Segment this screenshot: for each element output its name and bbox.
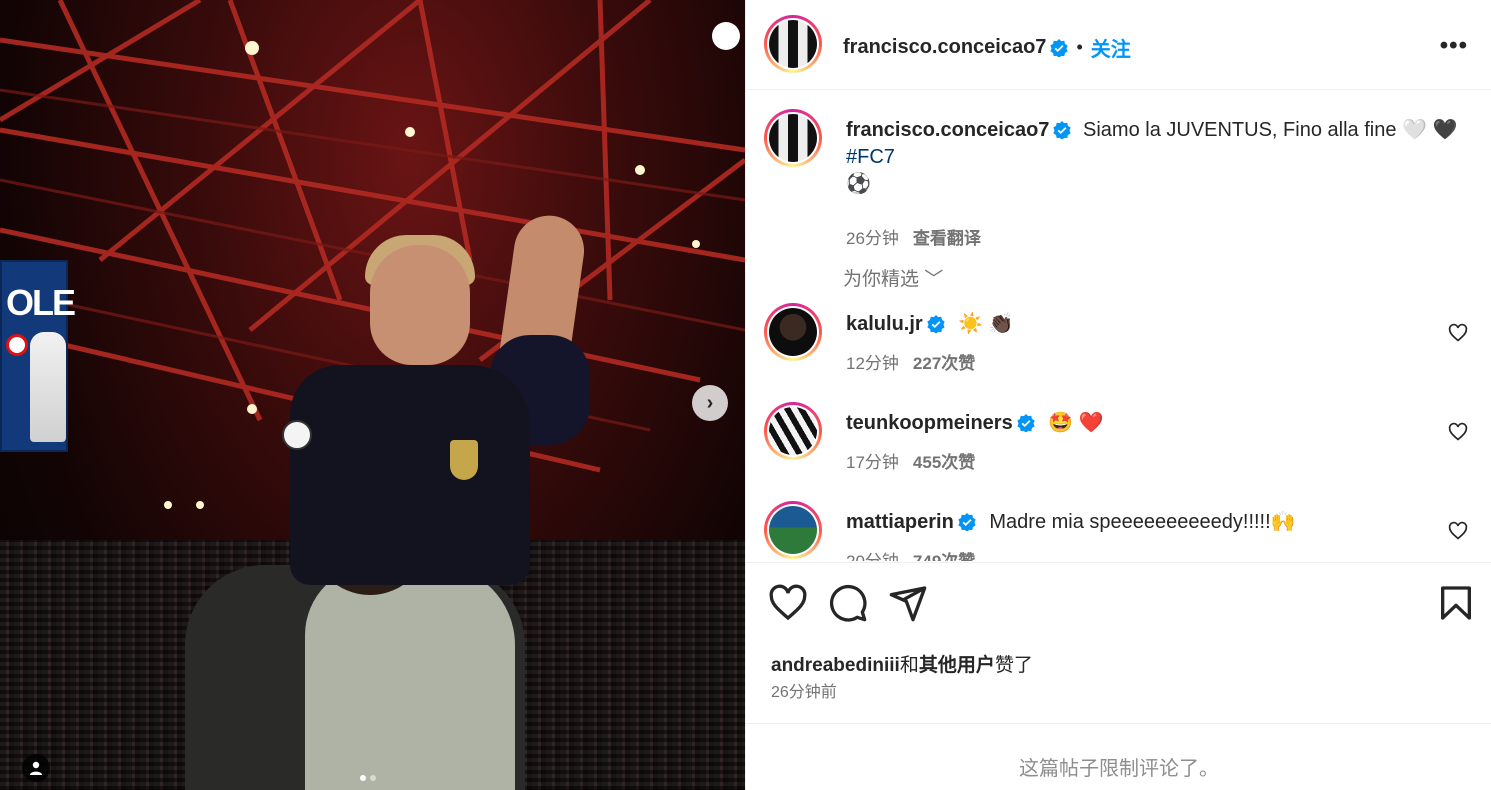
comment-heart-icon[interactable] (1448, 521, 1468, 541)
comment-time: 20分钟 (846, 552, 899, 561)
comment-like-count[interactable]: 455次赞 (913, 453, 975, 472)
comment-time: 17分钟 (846, 453, 899, 472)
caption-row: francisco.conceicao7 Siamo la JUVENTUS, … (764, 109, 1484, 259)
like-heart-icon[interactable] (768, 583, 808, 623)
verified-badge-icon (1050, 38, 1069, 57)
liked-by-summary[interactable]: andreabediniii和其他用户赞了 (771, 650, 1033, 677)
post-actions: andreabediniii和其他用户赞了 26分钟前 (746, 562, 1491, 724)
comment-text: Madre mia speeeeeeeeeedy!!!!!🙌 (989, 511, 1296, 533)
comment-like-count[interactable]: 227次赞 (913, 354, 975, 373)
author-avatar[interactable] (764, 15, 822, 73)
post-media[interactable]: OLE › (0, 0, 745, 790)
comment-time: 12分钟 (846, 354, 899, 373)
comment-item: kalulu.jr ☀️ 👏🏿 12分钟 227次赞 (764, 303, 1484, 393)
post-header: francisco.conceicao7 • 关注 ••• (746, 0, 1491, 90)
next-image-button[interactable]: › (692, 385, 728, 421)
carousel-dot-active (360, 775, 366, 781)
verified-badge-icon (1053, 121, 1072, 139)
follow-button[interactable]: 关注 (1091, 33, 1131, 62)
post-timestamp[interactable]: 26分钟前 (771, 678, 837, 702)
liked-by-suffix: 赞了 (994, 655, 1033, 676)
comment-bubble-icon[interactable] (828, 583, 868, 623)
caption-emoji: ⚽ (846, 173, 871, 195)
see-translation-button[interactable]: 查看翻译 (913, 229, 981, 248)
comment-item: teunkoopmeiners 🤩 ❤️ 17分钟 455次赞 (764, 402, 1484, 492)
comment-item: mattiaperin Madre mia speeeeeeeeeedy!!!!… (764, 501, 1484, 561)
post-sidebar: francisco.conceicao7 • 关注 ••• francisco.… (745, 0, 1491, 790)
share-send-icon[interactable] (888, 583, 928, 623)
selected-for-you-toggle[interactable]: 为你精选 ﹀ (843, 264, 943, 291)
caption-text: Siamo la JUVENTUS, Fino alla fine 🤍 🖤 (1083, 119, 1458, 141)
caption-avatar[interactable] (764, 109, 822, 167)
verified-badge-icon (927, 315, 945, 333)
comment-heart-icon[interactable] (1448, 422, 1468, 442)
stadium-screen: OLE (0, 260, 76, 452)
comment-text: 🤩 ❤️ (1048, 412, 1104, 434)
player-figure (240, 211, 620, 790)
hashtag-link[interactable]: #FC7 (846, 146, 895, 168)
tagged-users-button[interactable] (22, 754, 50, 782)
screen-player-figure (30, 332, 66, 442)
comment-avatar[interactable] (764, 303, 822, 361)
bookmark-save-icon[interactable] (1436, 583, 1476, 623)
comment-avatar[interactable] (764, 501, 822, 559)
caption-time: 26分钟 (846, 229, 899, 248)
chevron-right-icon: › (706, 391, 714, 414)
comments-section: francisco.conceicao7 Siamo la JUVENTUS, … (746, 91, 1491, 561)
comment-username[interactable]: mattiaperin (846, 511, 954, 533)
comment-username[interactable]: teunkoopmeiners (846, 412, 1013, 434)
liked-by-user[interactable]: andreabediniii (771, 655, 900, 676)
verified-badge-icon (958, 513, 976, 531)
caption-username[interactable]: francisco.conceicao7 (846, 119, 1049, 141)
comment-heart-icon[interactable] (1448, 323, 1468, 343)
user-icon (30, 761, 42, 775)
verified-badge-icon (1017, 414, 1035, 432)
author-username[interactable]: francisco.conceicao7 (843, 36, 1046, 59)
comment-like-count[interactable]: 749次赞 (913, 552, 975, 561)
carousel-dot (370, 775, 376, 781)
comment-avatar[interactable] (764, 402, 822, 460)
carousel-indicator (360, 775, 376, 781)
stadium-screen-text: OLE (6, 282, 76, 323)
comment-text: ☀️ 👏🏿 (958, 313, 1014, 335)
liked-by-others[interactable]: 其他用户 (919, 655, 995, 676)
liked-by-conj: 和 (899, 655, 919, 676)
more-options-icon[interactable]: ••• (1440, 32, 1468, 60)
club-logo (6, 334, 28, 356)
comment-username[interactable]: kalulu.jr (846, 313, 923, 335)
comments-limited-notice: 这篇帖子限制评论了。 (1019, 758, 1219, 780)
